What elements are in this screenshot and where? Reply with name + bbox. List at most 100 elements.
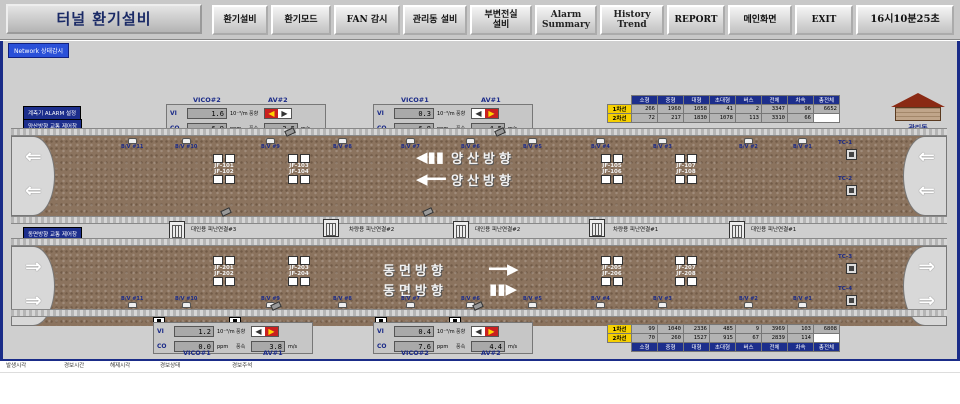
jet-fan-group[interactable]: JF-103 JF-104 (288, 154, 310, 184)
col-header: 전체 (761, 95, 788, 105)
fan-icon (288, 175, 298, 184)
bypass-valve[interactable]: B/V #11 (121, 296, 143, 308)
jet-fan-group[interactable]: JF-203 JF-204 (288, 256, 310, 286)
cell: 1830 (683, 113, 710, 123)
sensor-panel-lower-left: VI 1.2 10⁻³/m 풍향 ◀ ▶ CO 0.0 ppm 풍속 3.8 m/… (153, 322, 313, 354)
cell: 72 (631, 113, 658, 123)
door-icon[interactable] (453, 221, 469, 239)
exit-button[interactable]: EXIT (795, 5, 853, 35)
col-header: 초대형 (709, 342, 736, 352)
valve-label: B/V #4 (591, 144, 610, 150)
lane-label: 2차선 (607, 333, 632, 343)
fan-monitor-button[interactable]: FAN 감시 (334, 5, 400, 35)
arrow-right-icon: ▶ (485, 109, 498, 118)
fan-icon (213, 175, 223, 184)
valve-icon (743, 302, 753, 308)
alarm-col-state: 경보상태 (160, 363, 181, 369)
bypass-valve[interactable]: B/V #7 (401, 138, 420, 150)
bypass-valve[interactable]: B/V #6 (461, 138, 480, 150)
door-icon[interactable] (589, 219, 605, 237)
traffic-counter-icon[interactable] (846, 263, 857, 274)
valve-label: B/V #9 (261, 144, 280, 150)
cell: 2839 (761, 333, 788, 343)
cell: 96 (787, 104, 814, 114)
fan-icon (675, 175, 685, 184)
arrow-left-icon: ◀ (472, 109, 485, 118)
fan-icon (288, 154, 298, 163)
alarm-list[interactable] (0, 372, 960, 404)
vi-unit: 10⁻³/m (217, 328, 235, 335)
co-unit: ppm (217, 343, 229, 350)
jet-fan-group[interactable]: JF-201 JF-202 (213, 256, 235, 286)
av-label: AV#2 (481, 349, 501, 357)
tc-label: TC-3 (838, 254, 853, 260)
main-screen-button[interactable]: 메인화면 (728, 5, 792, 35)
wind-dir-label: 풍향 (456, 329, 466, 335)
arrow-right-icon: ⇒ (918, 254, 935, 278)
fan-icon (300, 256, 310, 265)
fan-icon (213, 154, 223, 163)
management-building[interactable]: 관리동 (891, 93, 945, 133)
bypass-valve[interactable]: B/V #10 (175, 296, 197, 308)
bypass-valve[interactable]: B/V #3 (653, 296, 672, 308)
vi-value: 1.2 (174, 326, 214, 337)
av-label: AV#1 (481, 96, 501, 104)
alarm-summary-button[interactable]: Alarm Summary (535, 5, 597, 35)
jet-fan-group[interactable]: JF-107 JF-108 (675, 154, 697, 184)
bypass-valve[interactable]: B/V #4 (591, 296, 610, 308)
jet-fan-group[interactable]: JF-101 JF-102 (213, 154, 235, 184)
door-icon[interactable] (169, 221, 185, 239)
sensor-panel-lower-right: VI 0.4 10⁻³/m 풍향 ◀ ▶ CO 7.6 ppm 풍속 4.4 m/… (373, 322, 533, 354)
bypass-valve[interactable]: B/V #9 (261, 138, 280, 150)
vi-tag: VI (157, 328, 164, 335)
fan-icon (613, 175, 623, 184)
jet-fan-group[interactable]: JF-207 JF-208 (675, 256, 697, 286)
bypass-valve[interactable]: B/V #1 (793, 296, 812, 308)
direction-label: 양산방향 (451, 174, 515, 189)
report-button[interactable]: REPORT (667, 5, 725, 35)
bypass-valve[interactable]: B/V #8 (333, 138, 352, 150)
bypass-valve[interactable]: B/V #10 (175, 138, 197, 150)
history-trend-button[interactable]: History Trend (600, 5, 664, 35)
vent-equipment-button[interactable]: 환기설비 (212, 5, 268, 35)
bypass-valve[interactable]: B/V #11 (121, 138, 143, 150)
cell: 41 (709, 104, 736, 114)
traffic-counter-icon[interactable] (846, 185, 857, 196)
vi-tag: VI (377, 110, 384, 117)
alarm-col-alarm-time: 경보시간 (64, 363, 85, 369)
lane-label: 2차선 (607, 113, 632, 123)
bypass-valve[interactable]: B/V #5 (523, 296, 542, 308)
jet-fan-group[interactable]: JF-105 JF-106 (601, 154, 623, 184)
valve-label: B/V #10 (175, 144, 198, 150)
bypass-valve[interactable]: B/V #8 (333, 296, 352, 308)
traffic-counter-icon[interactable] (846, 295, 857, 306)
network-status-button[interactable]: Network 상태감시 (8, 43, 70, 58)
evacuation-pass-label: 대인용 피난연결#1 (751, 227, 797, 233)
lower-sidewalk (11, 238, 947, 246)
bypass-valve[interactable]: B/V #1 (793, 138, 812, 150)
traffic-counter-icon[interactable] (846, 149, 857, 160)
door-icon[interactable] (323, 219, 339, 237)
fan-icon (687, 175, 697, 184)
clock-display: 16시10분25초 (856, 5, 954, 35)
alarm-setting-button[interactable]: 계측기 ALARM 설정 (23, 106, 82, 120)
fan-icon (675, 277, 685, 286)
vico-label: VICO#1 (183, 349, 211, 357)
mgmt-building-button[interactable]: 관리동 설비 (403, 5, 467, 35)
alarm-col-cleared: 해제시각 (110, 363, 131, 369)
substation-button[interactable]: 부변전실 설비 (470, 5, 532, 35)
cell: 67 (735, 333, 762, 343)
cell: 99 (631, 324, 658, 334)
vent-mode-button[interactable]: 환기모드 (271, 5, 331, 35)
jet-fan-group[interactable]: JF-205 JF-206 (601, 256, 623, 286)
building-roof-icon (891, 93, 945, 107)
bypass-valve[interactable]: B/V #2 (739, 138, 758, 150)
bypass-valve[interactable]: B/V #5 (523, 138, 542, 150)
bypass-valve[interactable]: B/V #2 (739, 296, 758, 308)
door-icon[interactable] (729, 221, 745, 239)
bypass-valve[interactable]: B/V #7 (401, 296, 420, 308)
bypass-valve[interactable]: B/V #4 (591, 138, 610, 150)
vi-tag: VI (377, 328, 384, 335)
valve-label: B/V #5 (523, 296, 542, 302)
bypass-valve[interactable]: B/V #3 (653, 138, 672, 150)
